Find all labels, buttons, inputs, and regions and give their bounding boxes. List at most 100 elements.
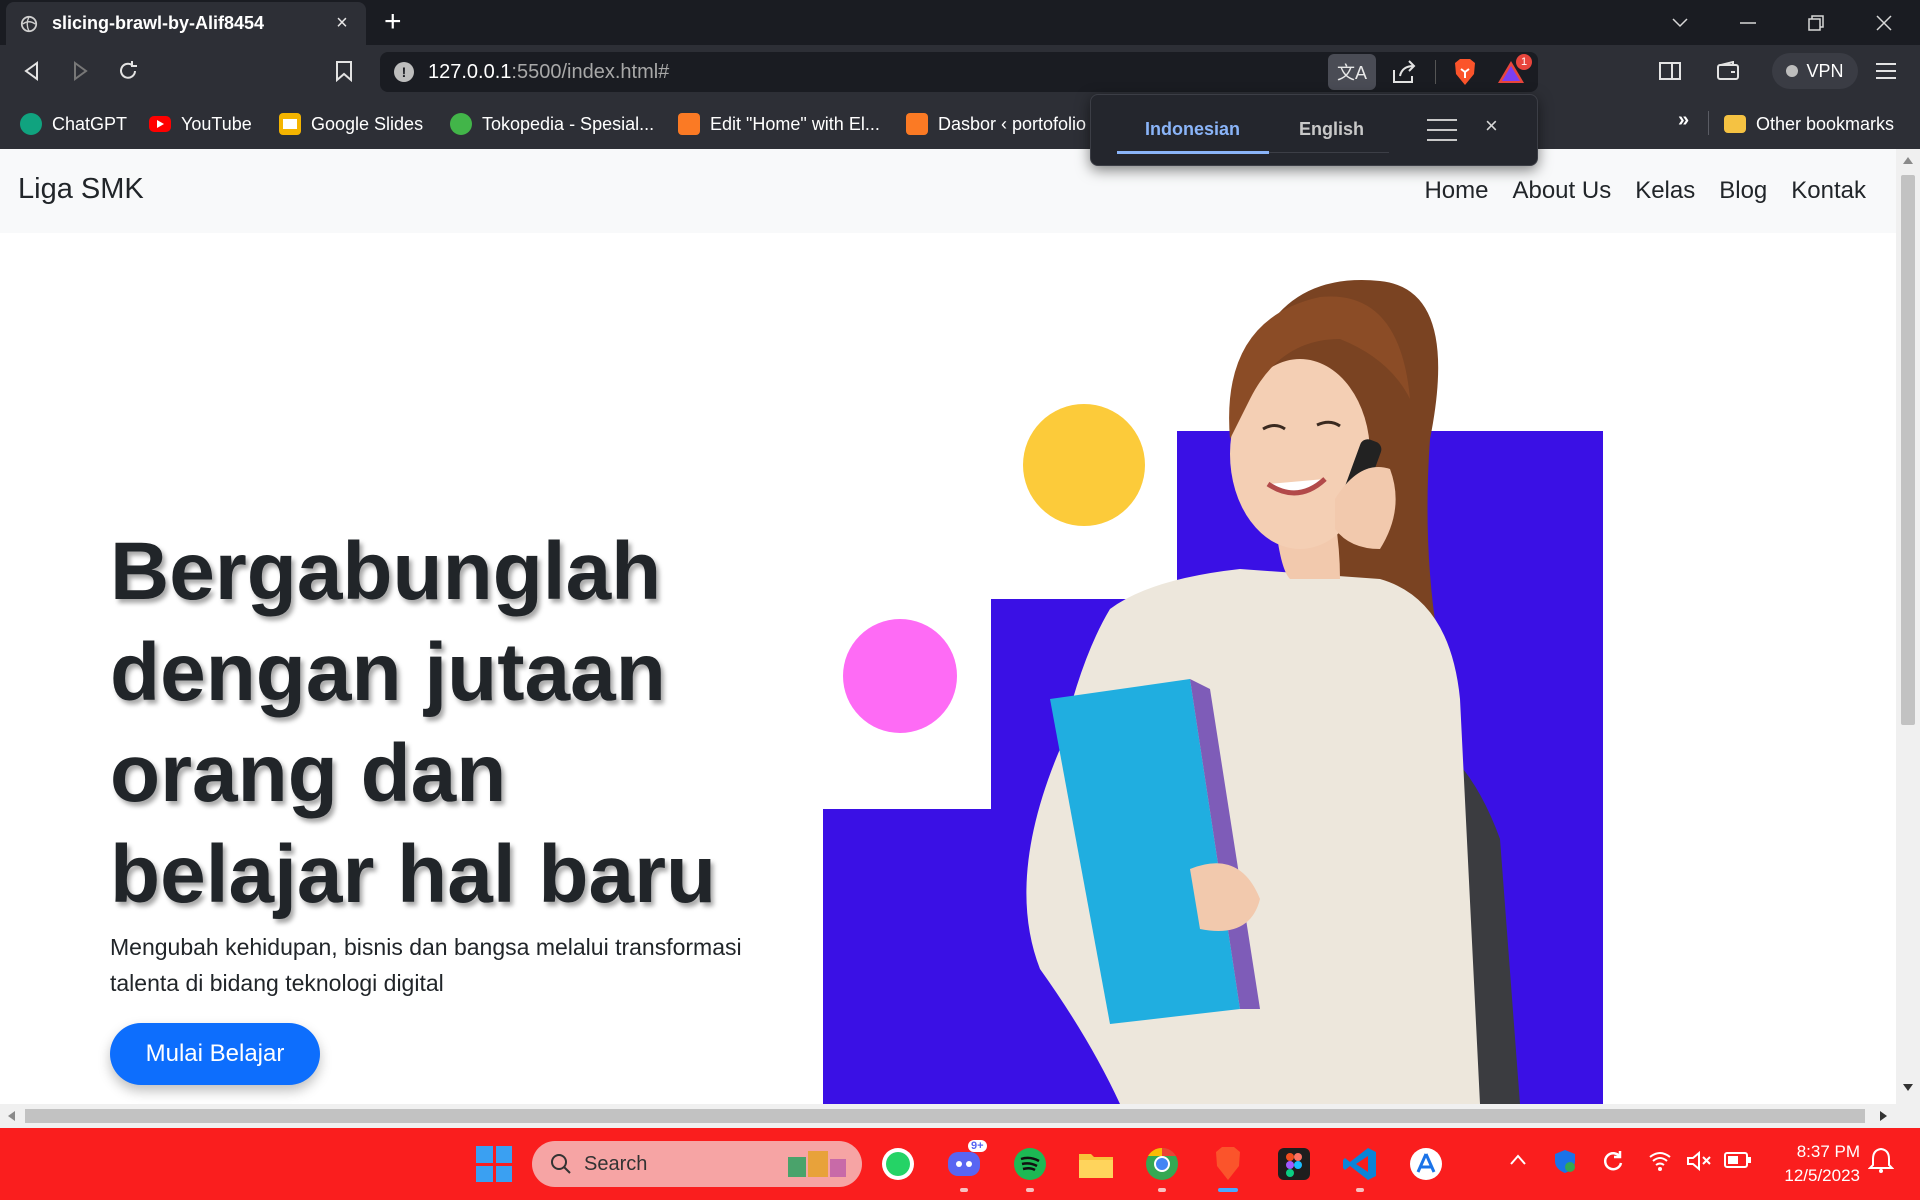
hero-title-line: belajar hal baru <box>110 829 717 920</box>
pink-circle <box>843 619 957 733</box>
file-explorer-icon[interactable] <box>1076 1144 1116 1184</box>
vpn-label: VPN <box>1806 60 1844 81</box>
close-window-button[interactable] <box>1854 0 1914 45</box>
nav-blog[interactable]: Blog <box>1719 177 1767 205</box>
nav-kontak[interactable]: Kontak <box>1791 177 1866 205</box>
bookmark-tokopedia[interactable]: Tokopedia - Spesial... <box>450 111 654 137</box>
reload-button[interactable] <box>112 55 144 87</box>
scroll-down-icon[interactable] <box>1903 1084 1913 1091</box>
bookmark-dasbor[interactable]: Dasbor ‹ portofolio <box>906 111 1092 137</box>
scroll-right-icon[interactable] <box>1880 1111 1887 1121</box>
search-icon <box>551 1154 571 1174</box>
sidebar-button[interactable] <box>1654 55 1686 87</box>
translate-icon[interactable]: 文A <box>1328 54 1376 90</box>
translate-close-icon[interactable]: × <box>1485 113 1498 139</box>
battery-icon[interactable] <box>1724 1150 1752 1170</box>
back-button[interactable] <box>16 55 48 87</box>
restore-button[interactable] <box>1786 0 1846 45</box>
browser-tab[interactable]: slicing-brawl-by-Alif8454 × <box>6 2 366 45</box>
hero-title-line: dengan jutaan <box>110 627 666 718</box>
web-page: Liga SMK Home About Us Kelas Blog Kontak… <box>0 149 1896 1104</box>
translate-options-icon[interactable] <box>1427 119 1457 143</box>
yellow-circle <box>1023 404 1145 526</box>
bookmark-edit-home[interactable]: Edit "Home" with El... <box>678 111 880 137</box>
site-navbar: Liga SMK Home About Us Kelas Blog Kontak <box>0 149 1896 233</box>
site-nav: Home About Us Kelas Blog Kontak <box>1424 177 1866 205</box>
windows-start-icon[interactable] <box>476 1146 512 1182</box>
tab-close-icon[interactable]: × <box>332 12 352 35</box>
cta-button[interactable]: Mulai Belajar <box>110 1023 320 1085</box>
vpn-status-icon <box>1786 65 1799 77</box>
bookmark-label: YouTube <box>181 113 252 134</box>
vscode-icon[interactable] <box>1340 1144 1380 1192</box>
brave-browser-icon[interactable] <box>1208 1144 1248 1192</box>
bookmark-label: Dasbor ‹ portofolio <box>938 113 1087 134</box>
bookmark-button[interactable] <box>328 55 360 87</box>
security-shield-icon[interactable] <box>1552 1148 1578 1174</box>
tokopedia-icon <box>450 113 472 135</box>
translate-popup: Indonesian English × <box>1090 94 1538 166</box>
bookmarks-bar: ChatGPT YouTube Google Slides Tokopedia … <box>0 97 1920 149</box>
tab-title: slicing-brawl-by-Alif8454 <box>52 13 265 33</box>
hero-subtitle-line: Mengubah kehidupan, bisnis dan bangsa me… <box>110 934 742 960</box>
discord-icon[interactable]: 9+ <box>944 1140 987 1192</box>
taskbar-search[interactable]: Search <box>532 1141 862 1187</box>
site-info-icon[interactable]: ! <box>394 62 414 82</box>
search-placeholder: Search <box>584 1152 648 1175</box>
clock-date: 12/5/2023 <box>1784 1166 1860 1185</box>
scroll-left-icon[interactable] <box>8 1111 15 1121</box>
wallet-button[interactable] <box>1712 55 1744 87</box>
new-tab-button[interactable]: + <box>384 6 402 38</box>
bookmark-chatgpt[interactable]: ChatGPT <box>20 111 127 137</box>
tab-strip: slicing-brawl-by-Alif8454 × + <box>0 0 1920 45</box>
bookmarks-divider <box>1708 111 1709 135</box>
sync-icon[interactable] <box>1600 1148 1626 1174</box>
toolbar-divider <box>1435 60 1436 84</box>
volume-muted-icon[interactable] <box>1686 1150 1712 1172</box>
horizontal-scrollbar[interactable] <box>0 1104 1896 1128</box>
wifi-icon[interactable] <box>1648 1150 1672 1172</box>
spotify-icon[interactable] <box>1010 1144 1050 1192</box>
taskbar: Search 9+ 8:37 PM 12/5/2023 <box>0 1128 1920 1200</box>
xampp-icon <box>906 113 928 135</box>
google-slides-icon <box>279 113 301 135</box>
scroll-up-icon[interactable] <box>1903 157 1913 164</box>
vpn-button[interactable]: VPN <box>1772 53 1858 89</box>
share-icon[interactable] <box>1390 58 1418 86</box>
system-clock[interactable]: 8:37 PM 12/5/2023 <box>1760 1140 1860 1188</box>
notification-badge: 1 <box>1516 54 1532 70</box>
vertical-scrollbar[interactable] <box>1896 149 1920 1104</box>
menu-button[interactable] <box>1870 55 1902 87</box>
address-bar[interactable]: ! 127.0.0.1:5500/index.html# 文A 1 <box>380 52 1538 92</box>
app-store-icon[interactable] <box>1406 1144 1446 1184</box>
translate-tab-english[interactable]: English <box>1299 119 1364 140</box>
nav-home[interactable]: Home <box>1424 177 1488 205</box>
hero-illustration <box>823 280 1603 1104</box>
vertical-scroll-thumb[interactable] <box>1901 175 1915 725</box>
sidebar-icon <box>1659 62 1681 80</box>
chrome-icon[interactable] <box>1142 1144 1182 1192</box>
bookmark-label: Google Slides <box>311 113 424 134</box>
bookmarks-overflow-button[interactable]: » <box>1678 109 1689 132</box>
site-brand[interactable]: Liga SMK <box>18 173 144 206</box>
brave-shields-icon[interactable] <box>1452 58 1478 86</box>
bookmark-youtube[interactable]: YouTube <box>149 111 252 137</box>
clock-time: 8:37 PM <box>1796 1142 1860 1161</box>
tab-search-chevron-icon[interactable] <box>1650 0 1710 45</box>
notification-bell-icon[interactable] <box>1868 1146 1894 1174</box>
tray-overflow-chevron-icon[interactable] <box>1508 1150 1528 1170</box>
forward-button[interactable] <box>64 55 96 87</box>
wallet-icon <box>1717 61 1739 80</box>
minimize-button[interactable] <box>1718 0 1778 45</box>
horizontal-scroll-thumb[interactable] <box>25 1109 1865 1123</box>
other-bookmarks[interactable]: Other bookmarks <box>1724 111 1894 137</box>
bookmark-label: Edit "Home" with El... <box>710 113 880 134</box>
whatsapp-icon[interactable] <box>878 1144 918 1184</box>
nav-about-us[interactable]: About Us <box>1512 177 1611 205</box>
nav-kelas[interactable]: Kelas <box>1635 177 1695 205</box>
figma-icon[interactable] <box>1274 1144 1314 1184</box>
url-text[interactable]: 127.0.0.1:5500/index.html# <box>428 61 669 84</box>
bookmark-icon <box>336 61 352 82</box>
bookmark-google-slides[interactable]: Google Slides <box>279 111 423 137</box>
translate-tab-indonesian[interactable]: Indonesian <box>1145 119 1240 140</box>
